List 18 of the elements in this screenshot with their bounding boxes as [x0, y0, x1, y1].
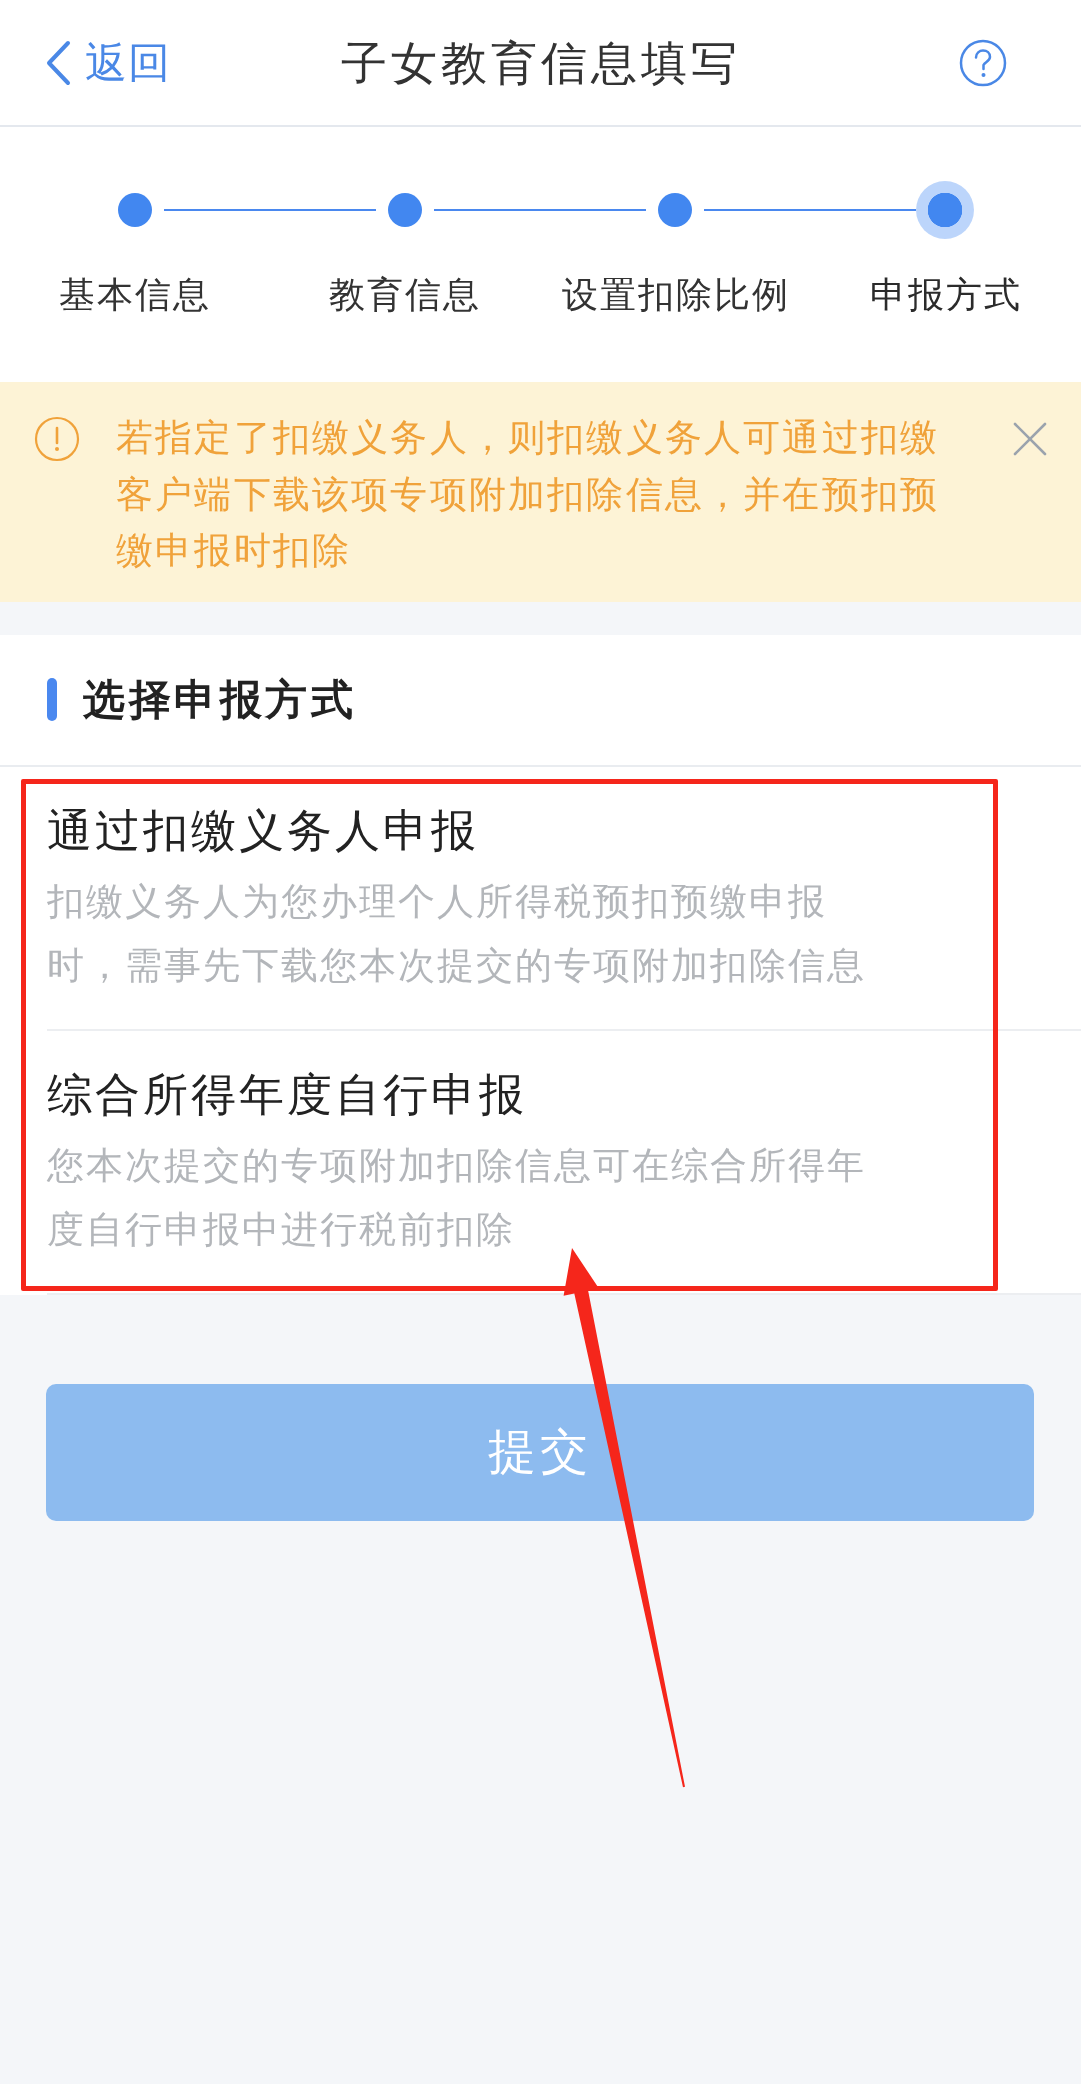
- step-label: 教育信息: [329, 273, 482, 317]
- step-label: 设置扣除比例: [561, 273, 790, 317]
- help-icon[interactable]: [959, 38, 1007, 87]
- option-description: 您本次提交的专项附加扣除信息可在综合所得年度自行申报中进行税前扣除: [47, 1142, 867, 1253]
- report-option[interactable]: 通过扣缴义务人申报 扣缴义务人为您办理个人所得税预扣预缴申报时，需事先下载您本次提交的专项附加扣除信息: [47, 766, 1081, 1031]
- section-title: 选择申报方式: [83, 673, 357, 726]
- accent-bar-icon: [47, 678, 57, 721]
- step-label: 基本信息: [59, 273, 212, 317]
- close-icon[interactable]: [1013, 422, 1047, 456]
- option-description: 扣缴义务人为您办理个人所得税预扣预缴申报时，需事先下载您本次提交的专项附加扣除信息: [47, 878, 867, 989]
- notice-text: 若指定了扣缴义务人，则扣缴义务人可通过扣缴客户端下载该项专项附加扣除信息，并在预扣预缴申报时扣除: [116, 415, 941, 574]
- page-title: 子女教育信息填写: [340, 34, 741, 91]
- back-button[interactable]: 返回: [45, 37, 171, 88]
- step-label: 申报方式: [869, 273, 1022, 317]
- chevron-left-icon: [45, 39, 71, 86]
- option-title: 通过扣缴义务人申报: [47, 802, 479, 859]
- option-title: 综合所得年度自行申报: [47, 1066, 527, 1123]
- warning-icon: [34, 416, 80, 462]
